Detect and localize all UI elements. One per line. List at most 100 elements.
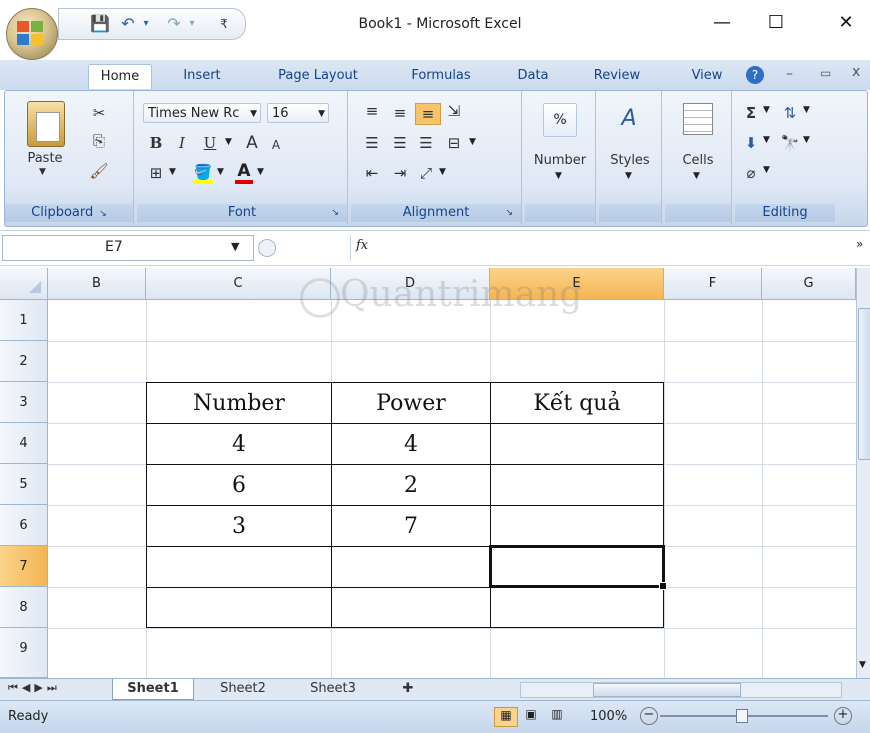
column-header-g[interactable]: G <box>762 268 856 300</box>
minimize-button[interactable]: — <box>700 10 744 36</box>
sheet-tab-sheet3[interactable]: Sheet3 <box>290 679 376 699</box>
autosum-dropdown-icon[interactable]: ▼ <box>763 105 770 115</box>
cell-e8[interactable] <box>491 588 663 628</box>
styles-group[interactable]: A Styles ▼ <box>599 91 662 224</box>
undo-icon[interactable]: ↶ <box>117 14 139 34</box>
customize-icon[interactable]: ₹ <box>215 14 233 34</box>
zoom-out-icon[interactable]: − <box>640 707 658 725</box>
borders-dropdown-icon[interactable]: ▼ <box>169 167 176 177</box>
dialog-launcher-icon[interactable]: ↘ <box>99 209 107 219</box>
dialog-launcher-icon[interactable]: ↘ <box>505 204 513 222</box>
autosum-icon[interactable]: Σ <box>741 103 761 123</box>
tab-home[interactable]: Home <box>88 64 152 89</box>
align-middle-icon[interactable]: ≡ <box>389 103 411 123</box>
styles-icon[interactable]: A <box>613 103 645 135</box>
cell-c7[interactable] <box>147 547 331 587</box>
vertical-scrollbar[interactable]: ▼ <box>856 268 870 678</box>
fill-handle[interactable] <box>659 582 667 590</box>
tab-page-layout[interactable]: Page Layout <box>266 64 370 88</box>
number-dropdown-icon[interactable]: ▼ <box>555 171 562 181</box>
cells-dropdown-icon[interactable]: ▼ <box>693 171 700 181</box>
column-header-b[interactable]: B <box>48 268 146 300</box>
row-header-4[interactable]: 4 <box>0 423 48 464</box>
vertical-scroll-thumb[interactable] <box>858 308 870 460</box>
align-center-icon[interactable]: ☰ <box>389 133 411 153</box>
column-header-f[interactable]: F <box>664 268 762 300</box>
maximize-button[interactable]: ☐ <box>754 10 798 36</box>
dialog-launcher-icon[interactable]: ↘ <box>331 204 339 222</box>
merge-center-icon[interactable]: ⊟ <box>443 133 465 153</box>
font-color-dropdown-icon[interactable]: ▼ <box>257 167 264 177</box>
borders-icon[interactable]: ⊞ <box>145 163 167 183</box>
row-header-2[interactable]: 2 <box>0 341 48 382</box>
ribbon-minimize-icon[interactable]: – <box>786 66 793 82</box>
zoom-slider[interactable] <box>660 709 828 723</box>
cell-e6[interactable] <box>491 506 663 546</box>
sheet-tab-sheet2[interactable]: Sheet2 <box>200 679 286 699</box>
cell-d6[interactable]: 7 <box>332 506 490 546</box>
clear-dropdown-icon[interactable]: ▼ <box>763 165 770 175</box>
align-left-icon[interactable]: ☰ <box>361 133 383 153</box>
fill-color-dropdown-icon[interactable]: ▼ <box>217 167 224 177</box>
cell-d3[interactable]: Power <box>332 383 490 423</box>
row-header-1[interactable]: 1 <box>0 300 48 341</box>
insert-sheet-icon[interactable]: ✚ <box>388 679 428 699</box>
row-header-9[interactable]: 9 <box>0 628 48 678</box>
cell-e3[interactable]: Kết quả <box>491 383 663 423</box>
tab-review[interactable]: Review <box>582 64 652 88</box>
cells-group[interactable]: Cells ▼ <box>665 91 732 224</box>
tab-data[interactable]: Data <box>506 64 560 88</box>
decrease-indent-icon[interactable]: ⇤ <box>361 163 383 183</box>
styles-dropdown-icon[interactable]: ▼ <box>625 171 632 181</box>
paste-button[interactable]: Paste <box>17 151 73 166</box>
insert-function-icon[interactable]: fx <box>356 238 368 253</box>
align-bottom-icon[interactable]: ≡ <box>415 103 441 125</box>
italic-button[interactable]: I <box>171 133 193 153</box>
zoom-slider-thumb[interactable] <box>736 709 748 723</box>
zoom-level[interactable]: 100% <box>590 709 627 724</box>
tab-insert[interactable]: Insert <box>172 64 232 88</box>
underline-dropdown-icon[interactable]: ▼ <box>225 137 232 147</box>
name-box[interactable]: E7 ▼ <box>2 235 254 261</box>
cell-c3[interactable]: Number <box>147 383 331 423</box>
undo-dropdown-icon[interactable]: ▾ <box>139 14 153 34</box>
row-header-6[interactable]: 6 <box>0 505 48 546</box>
select-all-button[interactable] <box>0 268 48 300</box>
tab-formulas[interactable]: Formulas <box>396 64 486 88</box>
formula-cancel-icon[interactable] <box>258 239 276 257</box>
shrink-font-button[interactable]: A <box>265 135 287 155</box>
orientation-icon[interactable]: ⤢ <box>415 163 437 183</box>
clear-icon[interactable]: ⌀ <box>741 163 761 183</box>
sort-filter-icon[interactable]: ⇅ <box>779 103 801 123</box>
horizontal-scroll-thumb[interactable] <box>593 683 741 697</box>
wrap-text-icon[interactable]: ⇲ <box>443 101 465 121</box>
find-dropdown-icon[interactable]: ▼ <box>803 135 810 145</box>
page-layout-view-icon[interactable]: ▣ <box>520 707 542 725</box>
align-right-icon[interactable]: ☰ <box>415 133 437 153</box>
cell-c6[interactable]: 3 <box>147 506 331 546</box>
find-select-icon[interactable]: 🔭 <box>779 133 801 153</box>
cell-e4[interactable] <box>491 424 663 464</box>
redo-dropdown-icon[interactable]: ▾ <box>185 14 199 34</box>
expand-formula-icon[interactable]: » <box>856 237 863 251</box>
font-color-icon[interactable]: A <box>233 161 255 185</box>
number-group[interactable]: % Number ▼ <box>525 91 596 224</box>
cell-e5[interactable] <box>491 465 663 505</box>
save-icon[interactable]: 💾 <box>89 14 111 34</box>
sheet-tab-sheet1[interactable]: Sheet1 <box>112 679 194 700</box>
redo-icon[interactable]: ↷ <box>163 14 185 34</box>
tab-view[interactable]: View <box>680 64 734 88</box>
paste-icon[interactable] <box>27 101 65 147</box>
row-header-8[interactable]: 8 <box>0 587 48 628</box>
close-button[interactable]: ✕ <box>824 10 868 36</box>
cell-d5[interactable]: 2 <box>332 465 490 505</box>
font-size-select[interactable]: 16 ▼ <box>267 103 329 123</box>
copy-icon[interactable]: ⎘ <box>87 131 111 151</box>
underline-button[interactable]: U <box>199 133 221 153</box>
increase-indent-icon[interactable]: ⇥ <box>389 163 411 183</box>
row-header-7[interactable]: 7 <box>0 546 48 587</box>
active-cell-selection[interactable] <box>489 545 667 590</box>
scroll-down-icon[interactable]: ▼ <box>859 660 866 670</box>
cell-c4[interactable]: 4 <box>147 424 331 464</box>
fill-color-icon[interactable]: 🪣 <box>191 163 215 185</box>
